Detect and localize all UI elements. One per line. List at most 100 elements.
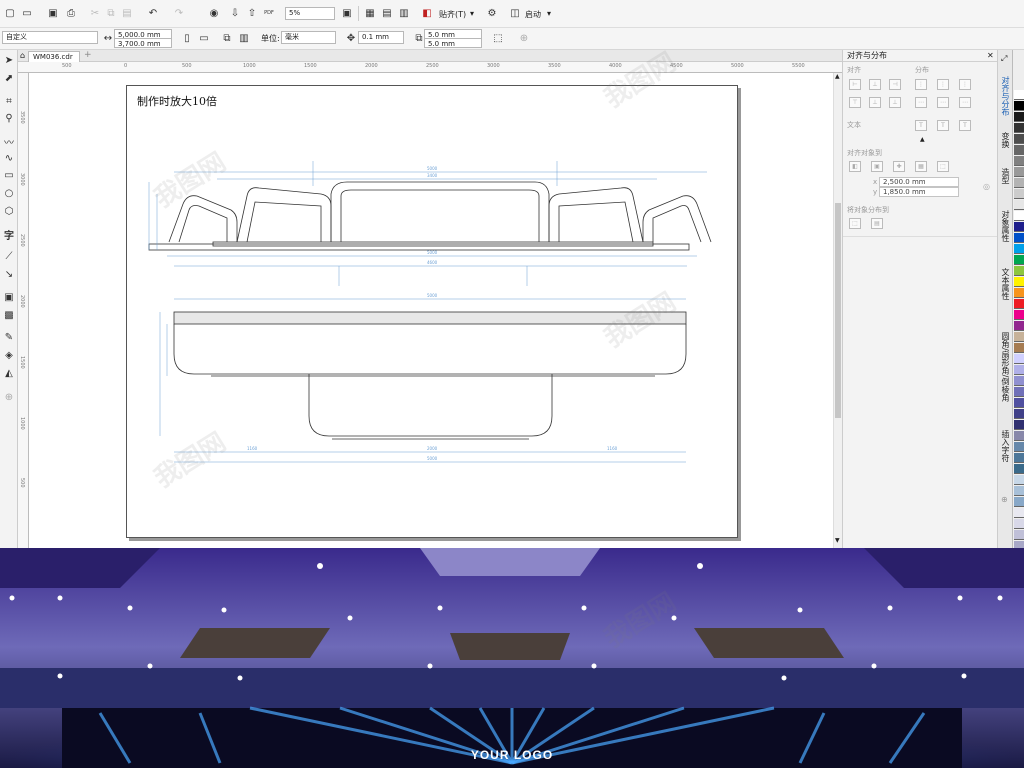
smart-fill-icon[interactable]: ◭ (2, 366, 16, 380)
open-folder-icon[interactable]: ▭ (20, 6, 34, 20)
text-last-line-icon[interactable]: T (937, 120, 949, 131)
transparency-icon[interactable]: ▩ (2, 308, 16, 322)
coord-x-field[interactable]: 2,500.0 mm (879, 177, 959, 187)
text-first-line-icon[interactable]: T (915, 120, 927, 131)
color-swatch[interactable] (1014, 376, 1024, 386)
color-swatch[interactable] (1014, 112, 1024, 122)
color-swatch[interactable] (1014, 321, 1024, 331)
color-swatch[interactable] (1014, 255, 1024, 265)
snap-to-dropdown[interactable]: 贴齐(T) (439, 9, 466, 20)
align-to-page-edge-icon[interactable]: ▣ (871, 161, 883, 172)
distribute-to-selection-icon[interactable]: ⬚ (849, 218, 861, 229)
color-swatch[interactable] (1014, 541, 1024, 548)
tab-insert-character[interactable]: 插入字符 (1000, 430, 1011, 462)
color-swatch[interactable] (1014, 442, 1024, 452)
color-swatch[interactable] (1014, 189, 1024, 199)
color-swatch[interactable] (1014, 530, 1024, 540)
color-swatch[interactable] (1014, 332, 1024, 342)
polygon-tool-icon[interactable]: ⬡ (2, 204, 16, 218)
color-swatch[interactable] (1014, 233, 1024, 243)
show-guidelines-icon[interactable]: ▥ (397, 6, 411, 20)
drawing-page[interactable]: 制作时放大10倍 5000 3400 5000 4600 5000 5000 1… (126, 85, 738, 538)
undo-icon[interactable]: ↶ (146, 6, 160, 20)
paste-icon[interactable]: ▤ (120, 6, 134, 20)
align-left-icon[interactable]: ⊢ (849, 79, 861, 90)
artistic-media-icon[interactable]: ∿ (2, 151, 16, 165)
color-swatch[interactable] (1014, 222, 1024, 232)
pick-tool-icon[interactable]: ➤ (2, 53, 16, 67)
export-icon[interactable]: ⇧ (245, 6, 259, 20)
connector-tool-icon[interactable]: ↘ (2, 267, 16, 281)
color-swatch[interactable] (1014, 134, 1024, 144)
freehand-tool-icon[interactable]: 〰 (2, 134, 16, 149)
tab-align-distribute[interactable]: 对齐与分布 (1000, 76, 1011, 116)
align-to-active-icon[interactable]: ◧ (849, 161, 861, 172)
color-swatch[interactable] (1014, 178, 1024, 188)
distribute-center-icon[interactable]: ⋮ (937, 79, 949, 90)
eyedropper-icon[interactable]: ✎ (2, 330, 16, 344)
show-grid-icon[interactable]: ▤ (380, 6, 394, 20)
show-rulers-icon[interactable]: ▦ (363, 6, 377, 20)
collapse-arrow-icon[interactable]: ▲ (920, 136, 925, 143)
rectangle-tool-icon[interactable]: ▭ (2, 168, 16, 182)
tab-fillet-scallop-chamfer[interactable]: 圆角/扇形角/倒棱角 (1000, 332, 1011, 401)
unit-select[interactable]: 毫米 (281, 31, 336, 44)
text-tool-icon[interactable]: 字 (2, 227, 16, 242)
distribute-top-icon[interactable]: ⋯ (915, 97, 927, 108)
color-swatch[interactable] (1014, 464, 1024, 474)
color-swatch[interactable] (1014, 475, 1024, 485)
launch-dropdown[interactable]: 启动 (525, 9, 541, 20)
home-icon[interactable]: ⌂ (20, 51, 25, 60)
color-swatch[interactable] (1014, 365, 1024, 375)
page-height-field[interactable]: 3,700.0 mm (114, 38, 172, 48)
align-center-h-icon[interactable]: ⊥ (869, 79, 881, 90)
color-swatch[interactable] (1014, 398, 1024, 408)
parallel-dimension-icon[interactable]: ⟋ (2, 249, 16, 263)
color-swatch[interactable] (1014, 420, 1024, 430)
page-preset-select[interactable]: 自定义 (2, 31, 98, 44)
distribute-bottom-icon[interactable]: ⋯ (959, 97, 971, 108)
distribute-left-icon[interactable]: ⋮ (915, 79, 927, 90)
target-icon[interactable]: ◎ (983, 182, 990, 191)
align-to-page-center-icon[interactable]: ✚ (893, 161, 905, 172)
distribute-to-page-icon[interactable]: ▤ (871, 218, 883, 229)
application-launcher-icon[interactable]: ◫ (508, 6, 522, 20)
align-right-icon[interactable]: ⊣ (889, 79, 901, 90)
distribute-right-icon[interactable]: ⋮ (959, 79, 971, 90)
drop-shadow-icon[interactable]: ▣ (2, 290, 16, 304)
align-bottom-icon[interactable]: ⊥ (889, 97, 901, 108)
scroll-thumb[interactable] (835, 203, 841, 418)
color-swatch[interactable] (1014, 453, 1024, 463)
ellipse-tool-icon[interactable]: ○ (2, 186, 16, 200)
print-icon[interactable]: ⎙ (64, 6, 78, 20)
cut-icon[interactable]: ✂ (88, 6, 102, 20)
horizontal-ruler[interactable]: 500 0 500 1000 1500 2000 2500 3000 3500 … (18, 62, 842, 73)
options-gear-icon[interactable]: ⚙ (485, 6, 499, 20)
color-swatch[interactable] (1014, 156, 1024, 166)
color-swatch[interactable] (1014, 519, 1024, 529)
tab-transform[interactable]: 变换 (1000, 132, 1011, 148)
all-pages-icon[interactable]: ⧉ (220, 31, 234, 45)
document-tab[interactable]: WM036.cdr (28, 51, 80, 62)
tab-text-properties[interactable]: 文本属性 (1000, 268, 1011, 300)
color-swatch[interactable] (1014, 409, 1024, 419)
export-pdf-icon[interactable]: PDF (262, 6, 276, 20)
full-screen-preview-icon[interactable]: ▣ (340, 6, 354, 20)
add-tool-icon[interactable]: ⊕ (2, 390, 16, 404)
copy-icon[interactable]: ⧉ (104, 6, 118, 20)
color-swatch[interactable] (1014, 200, 1024, 210)
crop-tool-icon[interactable]: ⌗ (2, 94, 16, 108)
color-swatch[interactable] (1014, 431, 1024, 441)
vertical-ruler[interactable]: 3500 3000 2500 2000 1500 1000 500 (18, 73, 29, 548)
align-to-grid-icon[interactable]: ▦ (915, 161, 927, 172)
distribute-middle-icon[interactable]: ⋯ (937, 97, 949, 108)
interactive-fill-icon[interactable]: ◈ (2, 348, 16, 362)
current-page-icon[interactable]: ▥ (237, 31, 251, 45)
nudge-distance-field[interactable]: 0.1 mm (358, 31, 404, 44)
vertical-scrollbar[interactable]: ▲ ▼ (833, 73, 842, 548)
shape-tool-icon[interactable]: ⬈ (2, 71, 16, 85)
color-swatch[interactable] (1014, 277, 1024, 287)
text-bbox-icon[interactable]: T (959, 120, 971, 131)
launch-chevron-icon[interactable]: ▾ (547, 9, 551, 18)
tab-object-properties[interactable]: 对象属性 (1000, 210, 1011, 242)
